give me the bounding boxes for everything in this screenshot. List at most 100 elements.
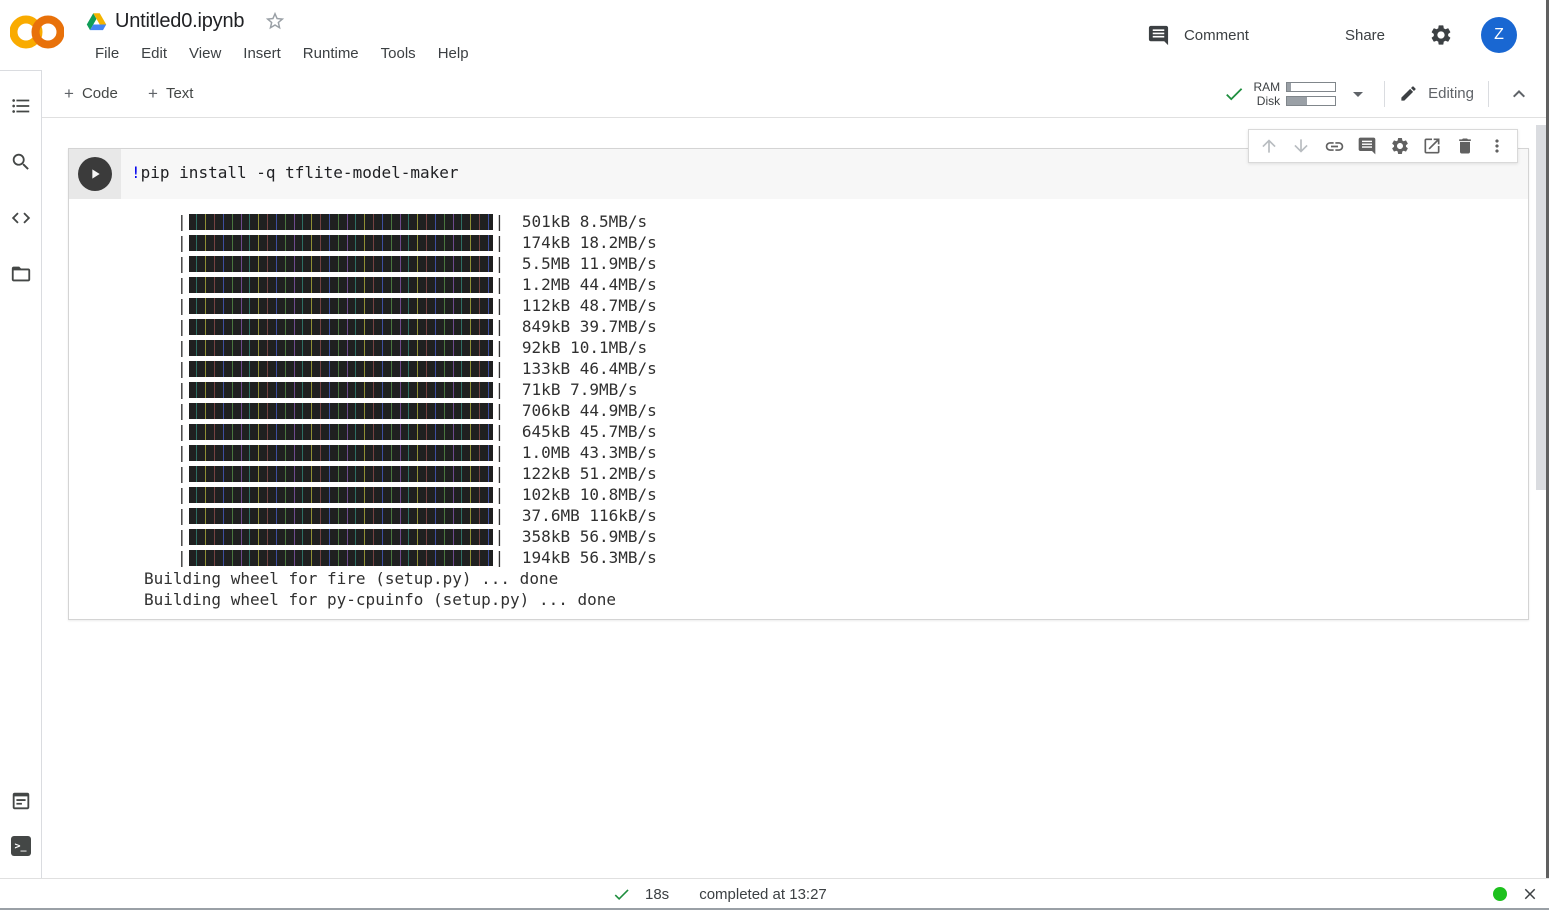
bar-right-pipe: | [495,380,505,399]
add-code-button[interactable]: + Code [64,70,118,117]
link-icon[interactable] [1324,136,1345,157]
folder-icon[interactable] [10,263,32,285]
table-of-contents-icon[interactable] [10,95,32,117]
download-progress-bar [189,235,493,251]
bar-left-pipe: | [177,401,187,420]
download-progress-bar [189,445,493,461]
move-cell-up-icon[interactable] [1259,136,1279,156]
download-progress-bar [189,298,493,314]
comment-icon[interactable] [1357,136,1377,156]
bar-left-pipe: | [177,506,187,525]
menu-runtime[interactable]: Runtime [292,42,370,66]
menu-view[interactable]: View [178,42,232,66]
menu-edit[interactable]: Edit [130,42,178,66]
notebook-title[interactable]: Untitled0.ipynb [115,10,244,33]
menu-bar: FileEditViewInsertRuntimeToolsHelp [84,42,480,66]
share-button[interactable]: Share [1345,27,1385,44]
menu-tools[interactable]: Tools [370,42,427,66]
download-progress-row: | | 112kB 48.7MB/s [177,295,1528,316]
menu-file[interactable]: File [84,42,130,66]
resource-labels: RAM Disk [1253,80,1280,108]
download-progress-row: | | 501kB 8.5MB/s [177,211,1528,232]
bar-right-pipe: | [495,338,505,357]
code-text: pip install -q tflite-model-maker [141,163,459,182]
bar-left-pipe: | [177,485,187,504]
output-line: Building wheel for fire (setup.py) ... d… [144,568,1528,589]
bar-right-pipe: | [495,359,505,378]
settings-gear-icon[interactable] [1429,23,1453,47]
search-icon[interactable] [10,151,32,173]
add-code-label: Code [82,85,118,102]
ram-usage-bar [1286,82,1336,92]
menu-help[interactable]: Help [427,42,480,66]
download-size-speed: 112kB 48.7MB/s [512,296,657,315]
download-progress-bar [189,214,493,230]
move-cell-down-icon[interactable] [1291,136,1311,156]
build-lines: Building wheel for fire (setup.py) ... d… [144,568,1528,610]
code-snippets-icon[interactable] [10,790,32,812]
star-icon[interactable] [264,10,286,32]
avatar[interactable]: Z [1481,17,1517,53]
download-progress-row: | | 174kB 18.2MB/s [177,232,1528,253]
trash-icon[interactable] [1455,136,1475,156]
pencil-icon [1399,84,1418,103]
bar-right-pipe: | [495,401,505,420]
bar-left-pipe: | [177,338,187,357]
add-text-label: Text [166,85,194,102]
download-size-speed: 71kB 7.9MB/s [512,380,637,399]
run-cell-button[interactable] [78,157,112,191]
download-rows: | | 501kB 8.5MB/s | | 174kB 18.2MB/s | |… [144,211,1528,568]
disk-label: Disk [1253,94,1280,108]
code-icon[interactable] [10,207,32,229]
bar-left-pipe: | [177,422,187,441]
download-size-speed: 5.5MB 11.9MB/s [512,254,657,273]
gear-icon[interactable] [1390,136,1410,156]
notebook-toolbar: + Code + Text RAM Disk Editing [42,70,1549,118]
download-progress-bar [189,340,493,356]
more-vert-icon[interactable] [1487,136,1507,156]
editing-mode-button[interactable]: Editing [1399,84,1474,103]
plus-icon: + [64,84,74,104]
download-progress-bar [189,382,493,398]
download-progress-row: | | 706kB 44.9MB/s [177,400,1528,421]
bar-right-pipe: | [495,212,505,231]
status-bar: 18s completed at 13:27 [0,878,1549,908]
bar-left-pipe: | [177,443,187,462]
resources-dropdown-icon[interactable] [1346,82,1370,106]
ram-label: RAM [1253,80,1280,94]
app-header: Untitled0.ipynb FileEditViewInsertRuntim… [0,0,1549,70]
bar-right-pipe: | [495,464,505,483]
download-progress-bar [189,403,493,419]
download-progress-bar [189,529,493,545]
scrollbar-thumb[interactable] [1536,125,1546,490]
close-icon[interactable] [1521,885,1539,903]
download-progress-row: | | 645kB 45.7MB/s [177,421,1528,442]
bar-left-pipe: | [177,275,187,294]
download-progress-row: | | 849kB 39.7MB/s [177,316,1528,337]
download-size-speed: 37.6MB 116kB/s [512,506,657,525]
plus-icon: + [148,84,158,104]
bar-left-pipe: | [177,296,187,315]
bar-right-pipe: | [495,506,505,525]
terminal-icon[interactable]: >_ [11,836,31,856]
bar-right-pipe: | [495,296,505,315]
download-progress-row: | | 133kB 46.4MB/s [177,358,1528,379]
comment-button[interactable]: Comment [1147,24,1249,47]
collapse-header-icon[interactable] [1507,82,1531,106]
bar-left-pipe: | [177,359,187,378]
download-progress-row: | | 1.2MB 44.4MB/s [177,274,1528,295]
colab-logo[interactable] [10,10,64,59]
bar-right-pipe: | [495,527,505,546]
menu-insert[interactable]: Insert [232,42,292,66]
add-text-button[interactable]: + Text [148,70,193,117]
download-progress-row: | | 5.5MB 11.9MB/s [177,253,1528,274]
bar-right-pipe: | [495,254,505,273]
download-progress-row: | | 71kB 7.9MB/s [177,379,1528,400]
resource-usage-bars[interactable] [1286,82,1336,106]
execution-completed-text: completed at 13:27 [699,886,827,903]
download-size-speed: 194kB 56.3MB/s [512,548,657,567]
download-size-speed: 849kB 39.7MB/s [512,317,657,336]
mirror-cell-icon[interactable] [1422,136,1442,156]
bar-left-pipe: | [177,464,187,483]
left-sidebar: >_ [0,70,42,878]
